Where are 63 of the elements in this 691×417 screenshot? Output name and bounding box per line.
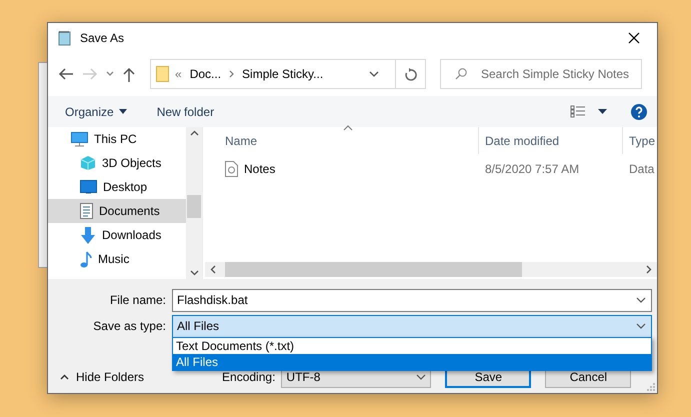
cube-icon bbox=[80, 155, 96, 171]
dropdown-option[interactable]: Text Documents (*.txt) bbox=[173, 338, 651, 354]
scroll-up-icon bbox=[190, 130, 198, 136]
music-note-icon bbox=[80, 250, 92, 268]
breadcrumb[interactable]: Doc... bbox=[190, 67, 222, 81]
breadcrumb[interactable]: Simple Sticky... bbox=[242, 67, 324, 81]
dropdown-option[interactable]: All Files bbox=[173, 354, 651, 370]
resize-grip-icon[interactable] bbox=[647, 383, 655, 391]
window-title: Save As bbox=[80, 31, 126, 45]
desktop-icon bbox=[80, 180, 97, 194]
scroll-right-icon bbox=[646, 265, 652, 274]
caret-icon bbox=[598, 109, 607, 114]
nav-item[interactable]: Documents bbox=[48, 199, 186, 223]
monitor-icon bbox=[71, 132, 88, 146]
scroll-down-icon bbox=[190, 270, 198, 276]
caret-icon bbox=[60, 374, 69, 380]
hide-folders-button[interactable]: Hide Folders bbox=[48, 370, 144, 384]
table-cell-text: 8/5/2020 7:57 AM bbox=[484, 162, 580, 176]
scroll-thumb[interactable] bbox=[187, 195, 201, 218]
close-icon bbox=[628, 32, 640, 44]
up-button[interactable] bbox=[122, 66, 136, 82]
sort-caret-icon bbox=[343, 125, 353, 131]
chevron-icon bbox=[636, 297, 646, 303]
chevron-icon bbox=[636, 323, 646, 329]
nav-item[interactable]: Desktop bbox=[48, 175, 186, 199]
recent-locations-button[interactable] bbox=[106, 71, 114, 77]
address-bar[interactable]: « Doc... Simple Sticky... bbox=[150, 59, 426, 89]
scroll-thumb[interactable] bbox=[225, 262, 522, 277]
column-header[interactable]: Name bbox=[205, 127, 479, 154]
nav-item[interactable]: Music bbox=[48, 247, 186, 271]
back-button[interactable] bbox=[58, 67, 74, 81]
scrollbar[interactable] bbox=[186, 127, 202, 279]
view-options-button[interactable] bbox=[570, 105, 607, 118]
file-name-cell[interactable]: Notes bbox=[205, 161, 479, 177]
caret-icon bbox=[118, 109, 127, 114]
field-label: Encoding: bbox=[222, 370, 276, 384]
search-field[interactable]: Search Simple Sticky Notes bbox=[440, 59, 642, 89]
download-icon bbox=[80, 226, 96, 244]
scroll-left-icon bbox=[210, 265, 216, 274]
organize-menu[interactable]: Organize bbox=[65, 104, 127, 118]
document-icon bbox=[80, 203, 93, 219]
chevron-right-icon bbox=[229, 70, 234, 78]
field-label: Save as type: bbox=[92, 319, 167, 333]
file-type-dropdown[interactable]: All Files bbox=[172, 314, 652, 338]
notepad-icon bbox=[57, 30, 73, 46]
breadcrumb-overflow[interactable]: « bbox=[175, 67, 182, 81]
details-view-icon bbox=[570, 105, 586, 118]
nav-item[interactable]: 3D Objects bbox=[48, 151, 186, 175]
refresh-icon bbox=[404, 68, 416, 80]
table-cell-text: Data bbox=[628, 162, 654, 176]
search-icon bbox=[455, 68, 467, 80]
new-folder-button[interactable]: New folder bbox=[156, 104, 214, 118]
file-icon bbox=[225, 161, 238, 177]
field-label: File name: bbox=[108, 293, 167, 307]
column-header[interactable]: Type bbox=[623, 127, 657, 154]
file-name-field[interactable]: Flashdisk.bat bbox=[172, 288, 652, 312]
scrollbar[interactable] bbox=[205, 262, 657, 277]
column-header[interactable]: Date modified bbox=[479, 127, 623, 154]
help-icon[interactable] bbox=[631, 104, 647, 120]
chevron-icon bbox=[416, 374, 426, 380]
nav-item[interactable]: Downloads bbox=[48, 223, 186, 247]
nav-item[interactable]: This PC bbox=[48, 127, 186, 151]
folder-icon bbox=[156, 66, 169, 82]
